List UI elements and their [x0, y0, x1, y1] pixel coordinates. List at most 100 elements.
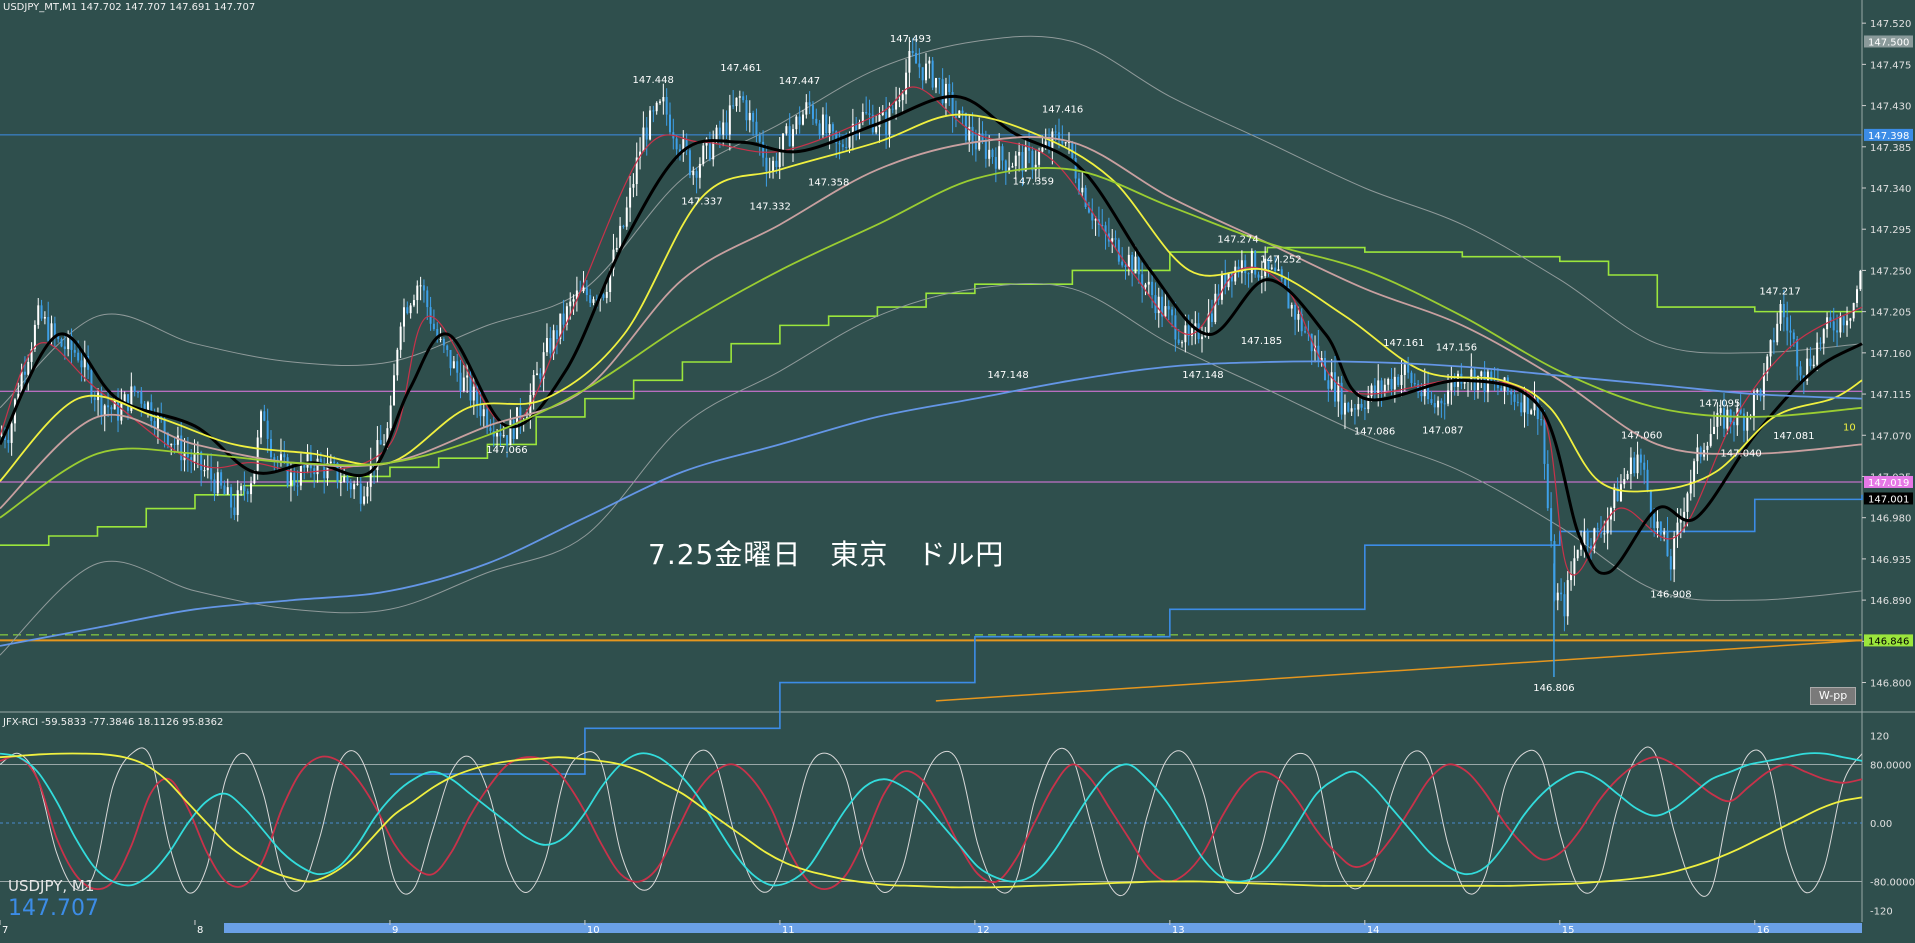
candle-body: [539, 373, 542, 379]
candle-body: [675, 138, 678, 150]
candle-body: [1177, 339, 1180, 344]
candle-body: [1363, 407, 1366, 410]
candle-body: [1772, 340, 1775, 343]
candle-body: [1333, 372, 1336, 402]
candle-body: [921, 67, 924, 81]
price-annotation: 147.095: [1699, 398, 1740, 409]
price-tick-label: 146.890: [1870, 596, 1911, 607]
candle-body: [1686, 493, 1689, 512]
candle-body: [1536, 397, 1539, 420]
candle-body: [841, 144, 844, 148]
candle-body: [941, 79, 944, 104]
candle-body: [230, 487, 233, 508]
candle-body: [948, 83, 951, 93]
candle-body: [1304, 331, 1307, 333]
price-annotation: 147.148: [1182, 370, 1223, 381]
candle-body: [1400, 374, 1403, 386]
time-tick-label: 8: [197, 925, 203, 936]
candle-body: [788, 126, 791, 147]
candle-body: [1014, 155, 1017, 167]
candle-body: [1357, 404, 1360, 410]
candle-body: [37, 305, 40, 325]
candle-body: [220, 472, 223, 486]
candle-body: [944, 83, 947, 104]
price-tick-label: 147.160: [1870, 349, 1911, 360]
candle-body: [47, 317, 50, 341]
candle-body: [499, 432, 502, 437]
candle-body: [974, 143, 977, 150]
candle-body: [1081, 187, 1084, 193]
candle-body: [742, 96, 745, 101]
candle-body: [1413, 383, 1416, 385]
candle-body: [349, 482, 352, 490]
candle-body: [299, 465, 302, 486]
candle-body: [934, 78, 937, 88]
candle-body: [821, 114, 824, 135]
candle-body: [792, 129, 795, 147]
candle-body: [1294, 304, 1297, 320]
candle-body: [1244, 260, 1247, 274]
candle-body: [1812, 364, 1815, 367]
candle-body: [203, 470, 206, 472]
candle-body: [801, 114, 804, 125]
candle-body: [602, 294, 605, 298]
candle-body: [655, 102, 658, 112]
current-price-label: 147.707: [8, 896, 99, 921]
candle-body: [1613, 487, 1616, 508]
candle-body: [1653, 513, 1656, 529]
price-annotation: 147.252: [1260, 255, 1301, 266]
candle-body: [798, 116, 801, 125]
candle-body: [642, 127, 645, 152]
candle-body: [1769, 340, 1772, 357]
candle-body: [1713, 426, 1716, 435]
candle-body: [1443, 403, 1446, 405]
candle-body: [1683, 511, 1686, 519]
candle-body: [1084, 187, 1087, 208]
candle-body: [1699, 447, 1702, 457]
candle-body: [1666, 531, 1669, 557]
candle-body: [1706, 445, 1709, 450]
candle-body: [107, 405, 110, 408]
candle-body: [891, 108, 894, 110]
candle-body: [446, 345, 449, 350]
candle-body: [589, 295, 592, 303]
candle-body: [918, 63, 921, 68]
candle-body: [1573, 558, 1576, 574]
candle-body: [133, 386, 136, 392]
price-tick-label: 147.205: [1870, 308, 1911, 319]
candle-body: [1659, 521, 1662, 535]
trading-chart-window: 147.066 147.448 147.337 147.461 147.332 147.4…: [0, 0, 1915, 939]
candle-body: [406, 307, 409, 314]
candle-body: [1726, 409, 1729, 429]
candle-body: [1832, 321, 1835, 331]
candle-body: [1639, 454, 1642, 463]
candle-body: [1330, 372, 1333, 389]
candle-body: [625, 207, 628, 227]
candle-body: [1360, 404, 1363, 408]
candle-body: [452, 361, 455, 369]
candle-body: [1520, 402, 1523, 413]
candle-body: [619, 225, 622, 249]
candle-body: [1393, 376, 1396, 390]
price-annotation: 147.148: [987, 370, 1028, 381]
price-annotation: 147.040: [1720, 449, 1761, 460]
candle-body: [1633, 457, 1636, 474]
candle-body: [775, 160, 778, 167]
price-annotation: 147.416: [1042, 104, 1083, 115]
candle-body: [1563, 594, 1566, 617]
candle-body: [1397, 376, 1400, 386]
wpp-button[interactable]: W-pp: [1810, 687, 1856, 705]
candle-body: [363, 496, 366, 504]
candle-body: [888, 108, 891, 135]
candle-body: [1430, 399, 1433, 404]
candle-body: [732, 105, 735, 107]
price-annotation: 147.185: [1241, 336, 1282, 347]
chart-canvas[interactable]: 147.066 147.448 147.337 147.461 147.332 147.4…: [0, 0, 1915, 939]
candle-body: [1200, 336, 1203, 340]
candle-body: [226, 487, 229, 495]
price-annotation: 147.332: [749, 201, 790, 212]
candle-body: [808, 102, 811, 106]
candle-body: [1350, 408, 1353, 412]
candle-body: [1353, 408, 1356, 410]
candle-body: [692, 171, 695, 176]
